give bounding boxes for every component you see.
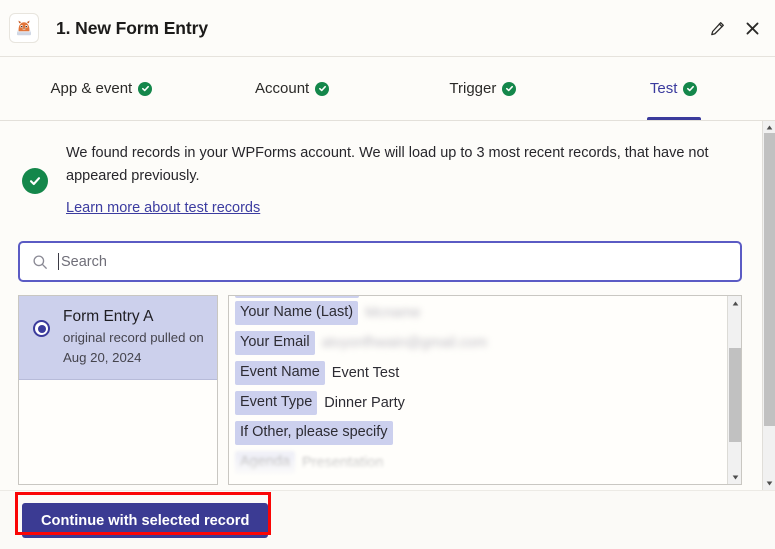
field-value: Mcname xyxy=(365,305,421,321)
check-icon xyxy=(502,81,517,96)
test-step-content: We found records in your WPForms account… xyxy=(0,121,775,490)
table-row: Your Email atvyonfhwain@gmail.com xyxy=(235,328,727,358)
field-label: Event Type xyxy=(235,391,318,415)
tab-app-and-event[interactable]: App & event xyxy=(6,57,197,120)
search-icon xyxy=(32,254,48,270)
record-subtitle-line2: Aug 20, 2024 xyxy=(63,350,142,365)
field-value: atvyonfhwain@gmail.com xyxy=(321,335,488,351)
continue-with-selected-record-button[interactable]: Continue with selected record xyxy=(22,503,269,538)
step-tabbar: App & event Account Trigger Test xyxy=(0,57,775,121)
table-row: Agenda Presentation xyxy=(235,448,727,478)
field-label: Event Name xyxy=(235,361,325,385)
test-records-notice: We found records in your WPForms account… xyxy=(0,121,760,217)
check-icon xyxy=(315,81,330,96)
field-value: Event Test xyxy=(331,365,400,381)
table-row: Event Name Event Test xyxy=(235,358,727,388)
tab-label: Trigger xyxy=(449,80,497,97)
field-label: Agenda xyxy=(235,451,295,475)
wpforms-app-icon xyxy=(9,13,39,43)
scrollbar-thumb[interactable] xyxy=(729,348,741,442)
notice-message: We found records in your WPForms account… xyxy=(66,145,709,184)
record-detail-scroll: Your Name (First) Your Name (Last) Mcnam… xyxy=(229,296,727,484)
field-label: Your Name (First) xyxy=(235,296,359,298)
window-header: 1. New Form Entry xyxy=(0,0,775,57)
field-value: Dinner Party xyxy=(324,395,405,411)
record-detail-panel: Your Name (First) Your Name (Last) Mcnam… xyxy=(228,295,742,485)
page-title: 1. New Form Entry xyxy=(56,17,208,38)
scroll-up-icon[interactable] xyxy=(728,296,741,310)
scroll-down-icon[interactable] xyxy=(763,477,775,490)
text-caret xyxy=(58,253,59,270)
tab-label: App & event xyxy=(50,80,133,97)
record-picker: Form Entry A original record pulled on A… xyxy=(18,295,742,485)
list-item[interactable]: Form Entry A original record pulled on A… xyxy=(19,296,217,380)
check-icon xyxy=(138,81,153,96)
tab-test[interactable]: Test xyxy=(578,57,769,120)
table-row: If Other, please specify xyxy=(235,418,727,448)
learn-more-link[interactable]: Learn more about test records xyxy=(66,200,260,216)
tab-trigger[interactable]: Trigger xyxy=(388,57,579,120)
page-scrollbar[interactable] xyxy=(762,121,775,490)
record-detail-scrollbar[interactable] xyxy=(727,296,741,484)
record-radio[interactable] xyxy=(33,320,50,337)
record-subtitle-line1: original record pulled on xyxy=(63,330,204,345)
search-input[interactable]: Search xyxy=(61,254,107,270)
success-check-icon xyxy=(22,168,48,194)
field-label: Your Email xyxy=(235,331,315,355)
field-value: Presentation xyxy=(302,455,384,471)
field-label: If Other, please specify xyxy=(235,421,393,445)
active-tab-indicator xyxy=(646,117,701,120)
record-field-rows: Your Name (First) Your Name (Last) Mcnam… xyxy=(229,296,727,478)
tab-label: Account xyxy=(255,80,310,97)
window-footer: Continue with selected record xyxy=(0,490,775,549)
tab-account[interactable]: Account xyxy=(197,57,388,120)
wpforms-test-step-window: 1. New Form Entry App & event Account Tr… xyxy=(0,0,775,549)
table-row: Event Type Dinner Party xyxy=(235,388,727,418)
radio-dot-icon xyxy=(37,324,46,333)
record-title: Form Entry A xyxy=(63,308,154,325)
close-icon[interactable] xyxy=(741,17,763,39)
scrollbar-thumb[interactable] xyxy=(764,133,775,426)
record-list: Form Entry A original record pulled on A… xyxy=(18,295,218,485)
scroll-down-icon[interactable] xyxy=(728,470,741,484)
table-row: Your Name (Last) Mcname xyxy=(235,298,727,328)
tab-label: Test xyxy=(649,80,678,97)
pencil-icon[interactable] xyxy=(706,17,728,39)
field-label: Your Name (Last) xyxy=(235,301,359,325)
search-field[interactable]: Search xyxy=(18,241,742,282)
header-actions xyxy=(706,17,763,39)
check-icon xyxy=(683,81,698,96)
